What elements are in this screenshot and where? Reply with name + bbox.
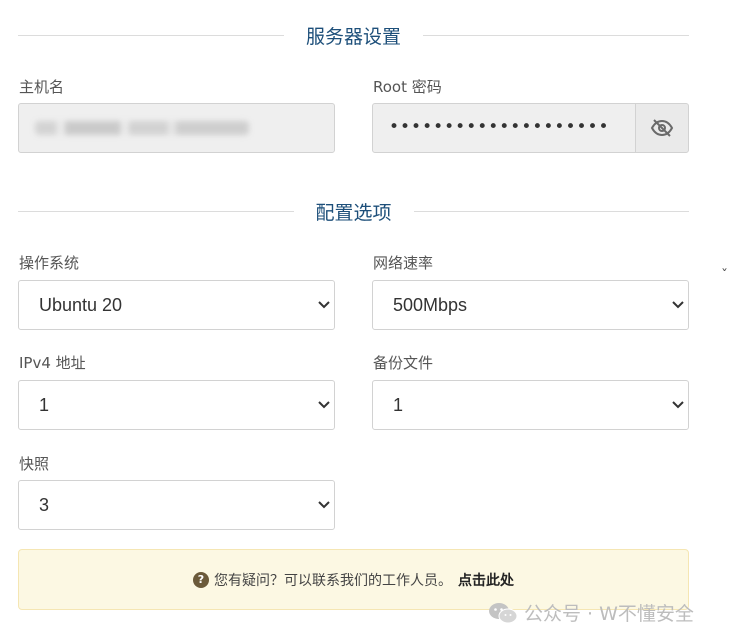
watermark: 公众号 · W不懂安全	[488, 599, 694, 626]
wechat-icon	[489, 602, 518, 623]
backup-label: 备份文件	[373, 354, 434, 372]
divider-line	[413, 210, 690, 212]
divider-line	[18, 34, 284, 36]
eye-slash-icon	[650, 119, 674, 137]
root-password-value: ••••••••••••••••••••	[389, 117, 610, 137]
backup-select[interactable]: 1	[372, 380, 689, 430]
os-select[interactable]: Ubuntu 20	[18, 280, 335, 330]
root-password-label: Root 密码	[373, 78, 442, 96]
hostname-field[interactable]	[18, 103, 335, 153]
config-options-title: 配置选项	[315, 201, 392, 224]
server-settings-title: 服务器设置	[306, 25, 402, 48]
speed-label: 网络速率	[373, 254, 434, 272]
toggle-password-button[interactable]	[635, 103, 689, 153]
scroll-edge-mark: ˇ	[721, 268, 728, 284]
root-password-field[interactable]: ••••••••••••••••••••	[372, 103, 637, 153]
config-options-header: 配置选项	[18, 196, 690, 226]
watermark-text: 公众号 · W不懂安全	[524, 603, 694, 625]
divider-line	[18, 210, 294, 212]
help-notice-text: 您有疑问？可以联系我们的工作人员。	[214, 572, 452, 589]
snapshot-select[interactable]: 3	[18, 480, 335, 530]
divider-line	[423, 34, 690, 36]
snapshot-label: 快照	[19, 455, 50, 473]
ipv4-select[interactable]: 1	[18, 380, 335, 430]
contact-link[interactable]: 点击此处	[458, 570, 514, 590]
ipv4-label: IPv4 地址	[19, 354, 86, 372]
os-label: 操作系统	[19, 254, 80, 272]
speed-select[interactable]: 500Mbps	[372, 280, 689, 330]
hostname-label: 主机名	[19, 78, 65, 96]
hostname-blurred-value	[35, 121, 249, 135]
server-settings-header: 服务器设置	[18, 20, 690, 50]
question-circle-icon: ?	[193, 571, 209, 588]
